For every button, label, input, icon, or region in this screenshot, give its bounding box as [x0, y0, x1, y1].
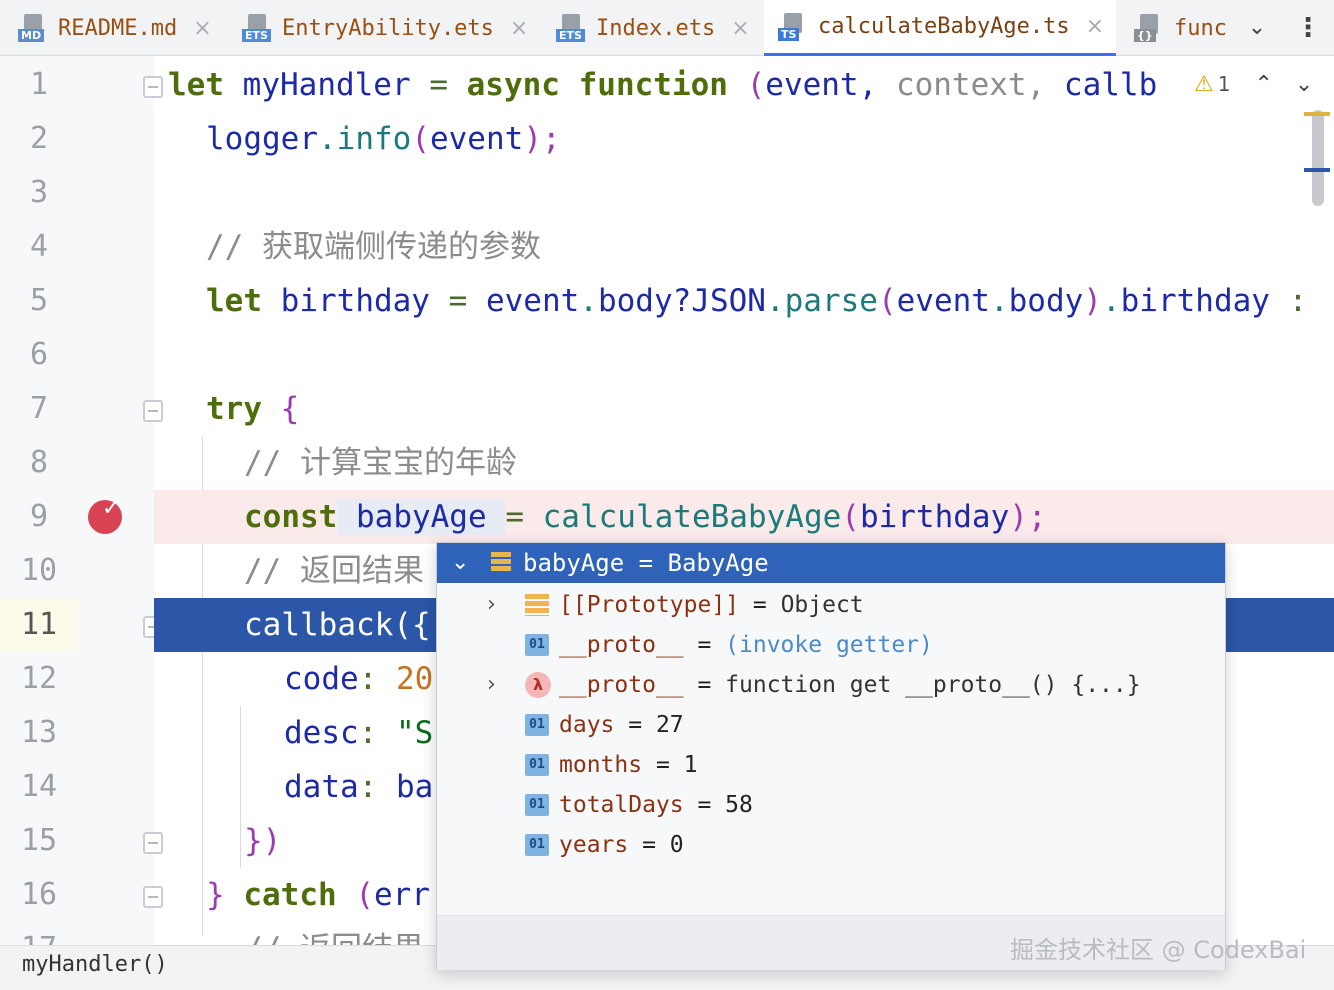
warning-count: 1: [1217, 72, 1231, 96]
property-name: [[Prototype]]: [559, 592, 740, 618]
breadcrumb[interactable]: myHandler(): [22, 952, 168, 977]
tree-row-totaldays[interactable]: 01 totalDays = 58: [437, 785, 1225, 825]
editor-gutter: 1 2 3 4 5 6 7 8 9 10 11 12 13 14 15 16 1…: [0, 56, 163, 966]
tab-label: func: [1174, 15, 1227, 41]
inspection-widget[interactable]: ⚠ 1 ⌃ ⌄: [1176, 64, 1334, 104]
close-icon[interactable]: ×: [1086, 14, 1104, 39]
field-icon: 01: [525, 834, 549, 856]
more-vertical-icon[interactable]: ⋮: [1290, 8, 1326, 48]
object-icon: [525, 594, 549, 616]
line-number: 7: [29, 391, 49, 426]
line-number: 8: [29, 445, 49, 480]
line-number: 1: [29, 67, 49, 102]
property-value: 58: [725, 792, 753, 818]
object-icon: [491, 552, 511, 572]
code-line-8: // 计算宝宝的年龄: [244, 445, 517, 481]
tree-row-proto-getter[interactable]: 01 __proto__ = (invoke getter): [437, 625, 1225, 665]
lambda-icon: λ: [525, 672, 551, 698]
line-number: 14: [20, 769, 58, 804]
tab-label: README.md: [58, 15, 178, 41]
close-icon[interactable]: ×: [193, 16, 211, 41]
property-value: 0: [669, 832, 684, 858]
invoke-getter-link[interactable]: (invoke getter): [725, 632, 933, 658]
property-value: 27: [655, 712, 684, 738]
ets-file-icon: ETS: [556, 14, 586, 42]
line-number: 6: [29, 337, 49, 372]
chevron-right-icon[interactable]: ›: [487, 585, 496, 625]
chevron-right-icon[interactable]: ›: [487, 665, 496, 705]
editor-tab-bar: MD README.md × ETS EntryAbility.ets × ET…: [0, 0, 1334, 56]
line-number: 13: [20, 715, 58, 750]
warning-icon[interactable]: ⚠: [1194, 72, 1214, 97]
vertical-scrollbar[interactable]: [1312, 110, 1324, 206]
tab-entryability[interactable]: ETS EntryAbility.ets ×: [232, 0, 538, 56]
next-highlight-icon[interactable]: ⌄: [1295, 72, 1313, 97]
property-name: months: [559, 752, 643, 778]
line-number: 12: [20, 661, 58, 696]
chevron-down-icon[interactable]: ⌄: [451, 543, 469, 583]
tab-index[interactable]: ETS Index.ets ×: [546, 0, 762, 56]
property-name: __proto__: [559, 672, 684, 698]
tree-row-months[interactable]: 01 months = 1: [437, 745, 1225, 785]
debug-value-popup: ⌄ babyAge = BabyAge › [[Prototype]] = Ob…: [436, 542, 1226, 970]
tree-row-days[interactable]: 01 days = 27: [437, 705, 1225, 745]
code-line-4: // 获取端侧传递的参数: [206, 229, 541, 265]
warning-marker[interactable]: [1304, 112, 1330, 116]
field-icon: 01: [525, 754, 549, 776]
markdown-file-icon: MD: [18, 14, 48, 42]
chevron-down-icon[interactable]: ⌄: [1240, 10, 1274, 46]
line-number: 10: [20, 553, 58, 588]
tab-calculatebabyage[interactable]: TS calculateBabyAge.ts ×: [764, 0, 1116, 56]
typescript-file-icon: TS: [778, 12, 808, 41]
execution-marker[interactable]: [1304, 168, 1330, 172]
watermark: 掘金技术社区 @ CodexBai: [1010, 936, 1307, 964]
tab-func[interactable]: {} func: [1120, 0, 1230, 56]
property-value: function get __proto__() {...}: [725, 672, 1141, 698]
property-name: __proto__: [559, 632, 684, 658]
code-line-1: let myHandler = async function (event, c…: [168, 67, 1158, 103]
field-icon: 01: [525, 714, 549, 736]
line-number: 15: [20, 823, 58, 858]
tree-row-proto-function[interactable]: › λ __proto__ = function get __proto__()…: [437, 665, 1225, 705]
property-value: 1: [683, 752, 698, 778]
property-name: totalDays: [559, 792, 684, 818]
property-value: Object: [780, 592, 864, 618]
line-number: 2: [29, 121, 49, 156]
field-icon: 01: [525, 794, 549, 816]
line-number-current: 11: [0, 598, 78, 652]
tab-label: calculateBabyAge.ts: [818, 14, 1070, 39]
previous-highlight-icon[interactable]: ⌃: [1254, 72, 1272, 97]
close-icon[interactable]: ×: [731, 16, 749, 41]
breakpoint-icon[interactable]: ✓: [88, 496, 122, 534]
property-name: days: [559, 712, 615, 738]
line-number: 5: [29, 283, 49, 318]
code-line-7: try {: [206, 391, 300, 427]
line-number: 3: [29, 175, 49, 210]
ets-file-icon: ETS: [242, 14, 272, 42]
tab-readme[interactable]: MD README.md ×: [0, 0, 230, 56]
code-line-9-breakpoint: const babyAge = calculateBabyAge(birthda…: [154, 490, 1334, 544]
line-number: 16: [20, 877, 58, 912]
tab-label: Index.ets: [596, 15, 716, 41]
tab-label: EntryAbility.ets: [282, 15, 494, 41]
code-line-5: let birthday = event.body?JSON.parse(eve…: [206, 283, 1308, 319]
popup-title: babyAge = BabyAge: [523, 549, 769, 577]
line-number: 9: [29, 499, 49, 534]
property-name: years: [559, 832, 629, 858]
code-line-2: logger.info(event);: [206, 121, 561, 157]
json-file-icon: {}: [1134, 14, 1164, 42]
tree-row-prototype[interactable]: › [[Prototype]] = Object: [437, 585, 1225, 625]
popup-header[interactable]: ⌄ babyAge = BabyAge: [437, 543, 1225, 583]
field-icon: 01: [525, 634, 549, 656]
line-number: 4: [29, 229, 49, 264]
tree-row-years[interactable]: 01 years = 0: [437, 825, 1225, 865]
close-icon[interactable]: ×: [510, 16, 528, 41]
